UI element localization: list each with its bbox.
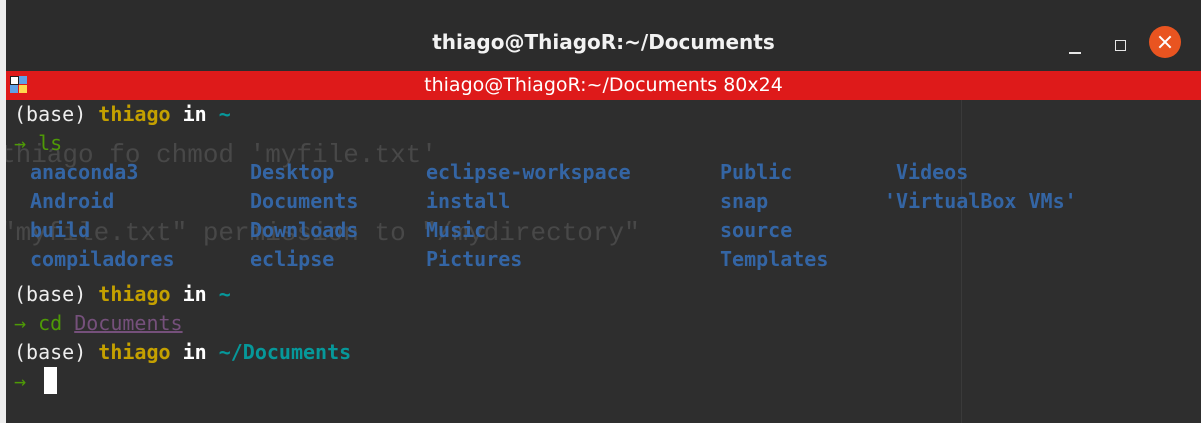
prompt-line: (base) thiago in ~/Documents <box>14 338 351 367</box>
maximize-button[interactable] <box>1106 30 1136 60</box>
window-title: thiago@ThiagoR:~/Documents <box>432 30 775 54</box>
text-cursor <box>44 367 57 394</box>
terminal-window: thiago@ThiagoR:~/Documents thiago@Thiago… <box>6 0 1201 423</box>
command-line: → cd Documents <box>14 309 183 338</box>
prompt-line: (base) thiago in ~ <box>14 100 231 129</box>
ls-entry: Documents <box>250 189 359 213</box>
in-label: in <box>170 282 219 306</box>
user-name: thiago <box>98 282 171 306</box>
ls-entry: source <box>720 218 793 242</box>
ls-entry: Templates <box>720 247 829 271</box>
ls-entry: Videos <box>896 160 969 184</box>
command-text: cd <box>26 311 75 335</box>
ls-entry: Desktop <box>250 160 335 184</box>
ls-entry: Downloads <box>250 218 359 242</box>
ls-entry: Public <box>720 160 793 184</box>
env-label: (base) <box>14 282 99 306</box>
input-line[interactable]: → <box>14 367 26 396</box>
env-label: (base) <box>14 102 99 126</box>
terminal-output[interactable]: thiago fo chmod 'myfile.txt' "myfile.txt… <box>6 100 1201 423</box>
in-label: in <box>170 340 219 364</box>
command-text: ls <box>26 131 63 155</box>
cwd-path: ~ <box>218 102 231 126</box>
prompt-arrow-icon: → <box>14 369 27 393</box>
ls-entry: install <box>426 189 511 213</box>
env-label: (base) <box>14 340 99 364</box>
cwd-path: ~ <box>218 282 231 306</box>
ls-entry: 'VirtualBox VMs' <box>884 189 1077 213</box>
cwd-path: ~/Documents <box>218 340 352 364</box>
terminal-header-bar: thiago@ThiagoR:~/Documents 80x24 <box>6 71 1201 100</box>
prompt-line: (base) thiago in ~ <box>14 280 231 309</box>
user-name: thiago <box>98 102 171 126</box>
title-bar[interactable]: thiago@ThiagoR:~/Documents <box>6 0 1201 71</box>
ls-entry: Pictures <box>426 247 523 271</box>
ls-entry: build <box>30 218 91 242</box>
ls-entry: Android <box>30 189 115 213</box>
ls-entry: eclipse-workspace <box>426 160 631 184</box>
user-name: thiago <box>98 340 171 364</box>
ls-entry: compiladores <box>30 247 175 271</box>
path-link[interactable]: Documents <box>74 311 182 335</box>
ls-entry: anaconda3 <box>30 160 139 184</box>
pane-divider <box>961 100 962 423</box>
prompt-arrow-icon: → <box>14 311 27 335</box>
terminal-subtitle: thiago@ThiagoR:~/Documents 80x24 <box>424 74 783 96</box>
ls-entry: Music <box>426 218 487 242</box>
close-button[interactable] <box>1149 26 1181 58</box>
in-label: in <box>170 102 219 126</box>
minimize-button[interactable] <box>1061 30 1091 60</box>
ls-entry: eclipse <box>250 247 335 271</box>
ls-entry: snap <box>720 189 769 213</box>
prompt-arrow-icon: → <box>14 131 27 155</box>
command-line: → ls <box>14 129 62 158</box>
